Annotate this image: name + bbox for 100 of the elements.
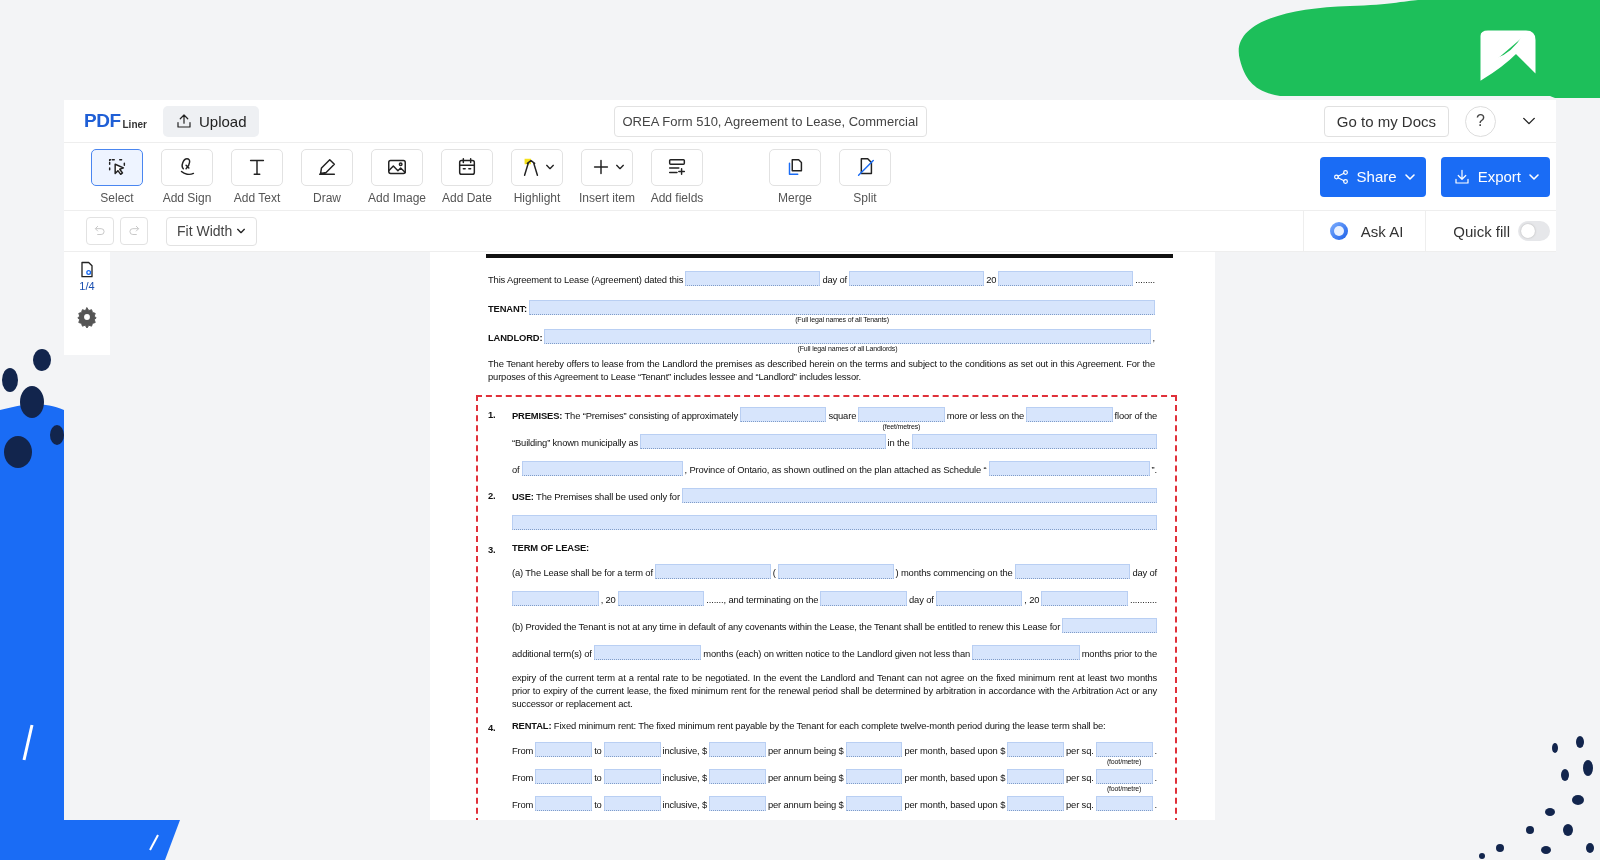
form-text: This Agreement to Lease (Agreement) dated this	[488, 274, 684, 286]
input-field[interactable]	[709, 769, 766, 784]
zoom-dropdown[interactable]: Fit Width	[166, 216, 258, 246]
form-text: additional term(s) of	[512, 648, 592, 660]
form-fields-icon	[666, 156, 688, 178]
quick-fill-label: Quick fill	[1453, 222, 1510, 240]
form-text: , 20	[600, 594, 616, 606]
input-field[interactable]	[685, 271, 821, 286]
input-field[interactable]	[603, 769, 661, 784]
input-field[interactable]	[988, 461, 1150, 476]
form-text: USE: The Premises shall be used only for	[512, 491, 680, 503]
form-text: PREMISES: The “Premises” consisting of approximately	[512, 410, 738, 422]
input-field[interactable]	[740, 407, 827, 422]
form-text: ...........	[1129, 594, 1157, 606]
input-field[interactable]	[535, 796, 593, 811]
input-field[interactable]	[1007, 769, 1065, 784]
input-field[interactable]	[998, 271, 1134, 286]
input-field[interactable]	[617, 591, 705, 606]
page-counter[interactable]: 1/4	[77, 260, 97, 292]
input-field[interactable]	[777, 564, 894, 579]
quick-fill-toggle[interactable]	[1518, 221, 1550, 241]
section-heading: TERM OF LEASE:	[512, 541, 591, 554]
paragraph: expiry of the current term at a rental rate to be negotiated. In the event the Landlord and Tenant can not agree on the fixed minimum rent at least two months prior to expiry of the current lease, the fixed minimum rent for the renewal period shall be determined by arbitration in accordance with the Arbitration Act or any successor or replacement act.	[512, 671, 1157, 710]
field-label: TENANT:	[488, 303, 528, 315]
document-title-field[interactable]: OREA Form 510, Agreement to Lease, Commercial	[613, 105, 927, 137]
form-text: inclusive, $	[662, 799, 708, 811]
form-text: square	[828, 410, 857, 422]
section-number: 1.	[488, 408, 497, 422]
logo-text: PDF	[84, 110, 121, 132]
input-field[interactable]	[845, 796, 903, 811]
form-text: floor of the	[1114, 410, 1157, 422]
logo-subtext: Liner	[122, 119, 147, 130]
docs-button[interactable]: Go to my Docs	[1323, 105, 1449, 137]
pen-icon	[316, 156, 338, 178]
input-field[interactable]	[681, 488, 1157, 503]
download-icon	[1452, 167, 1471, 186]
input-field[interactable]	[1095, 796, 1153, 811]
input-field[interactable]	[603, 796, 661, 811]
share-button[interactable]: Share	[1319, 156, 1426, 197]
input-field[interactable]	[1007, 796, 1065, 811]
section-number: 3.	[488, 543, 497, 557]
input-field[interactable]	[845, 742, 903, 757]
input-field[interactable]	[593, 645, 702, 660]
input-field[interactable]	[820, 591, 907, 606]
calendar-icon	[456, 156, 478, 178]
input-field[interactable]	[1007, 742, 1065, 757]
form-text: inclusive, $	[662, 745, 708, 757]
input-field[interactable]	[1014, 564, 1131, 579]
form-text: .	[1154, 745, 1157, 757]
orb-icon	[1328, 221, 1349, 241]
input-field[interactable]	[654, 564, 771, 579]
help-button[interactable]: ?	[1465, 105, 1496, 137]
input-field[interactable]	[544, 329, 1151, 344]
input-field[interactable]	[845, 769, 903, 784]
form-text: per annum being $	[767, 745, 844, 757]
form-text: ......., and terminating on the	[706, 594, 819, 606]
input-field[interactable]	[521, 461, 683, 476]
form-text: (b) Provided the Tenant is not at any time in default of any covenants within the Lease, the Tenant shall be entitled to renew this Lease for	[512, 621, 1061, 633]
input-field[interactable]	[1041, 591, 1128, 606]
form-text: to	[594, 745, 602, 757]
export-button[interactable]: Export	[1440, 156, 1550, 197]
undo-icon	[93, 224, 107, 238]
input-field[interactable]	[935, 591, 1023, 606]
input-field[interactable]	[535, 769, 593, 784]
input-field[interactable]	[709, 742, 766, 757]
section-number: 2.	[488, 489, 497, 503]
caret-icon	[236, 226, 247, 236]
input-field[interactable]	[512, 515, 1157, 530]
input-field[interactable]	[709, 796, 766, 811]
form-text: more or less on the	[946, 410, 1025, 422]
paragraph: RENTAL: Fixed minimum rent: The fixed minimum rent payable by the Tenant for each complete twelve-month period during the lease term shall be:	[512, 719, 1107, 732]
input-field[interactable]	[535, 742, 593, 757]
form-text: months prior to the	[1081, 648, 1157, 660]
cursor-icon	[106, 156, 128, 178]
form-text: From	[512, 799, 534, 811]
redo-icon	[127, 224, 141, 238]
form-text: per sq.	[1066, 799, 1094, 811]
settings-icon	[76, 306, 98, 328]
form-text: ........	[1135, 274, 1155, 286]
upload-button[interactable]: Upload	[162, 105, 259, 137]
input-field[interactable]	[640, 434, 886, 449]
input-field[interactable]	[1095, 769, 1153, 784]
form-text: to	[594, 772, 602, 784]
input-field[interactable]	[858, 407, 945, 422]
input-field[interactable]	[911, 434, 1157, 449]
form-text: per annum being $	[767, 772, 844, 784]
form-text: of	[512, 464, 520, 476]
input-field[interactable]	[1062, 618, 1157, 633]
input-field[interactable]	[603, 742, 661, 757]
section-number: 4.	[488, 721, 497, 735]
input-field[interactable]	[972, 645, 1080, 660]
input-field[interactable]	[1026, 407, 1113, 422]
field-label: LANDLORD:	[488, 332, 543, 344]
form-text: .	[1154, 799, 1157, 811]
form-text: per month, based upon $	[904, 772, 1006, 784]
input-field[interactable]	[529, 300, 1155, 315]
input-field[interactable]	[849, 271, 985, 286]
input-field[interactable]	[512, 591, 599, 606]
input-field[interactable]	[1095, 742, 1153, 757]
form-text: From	[512, 745, 534, 757]
